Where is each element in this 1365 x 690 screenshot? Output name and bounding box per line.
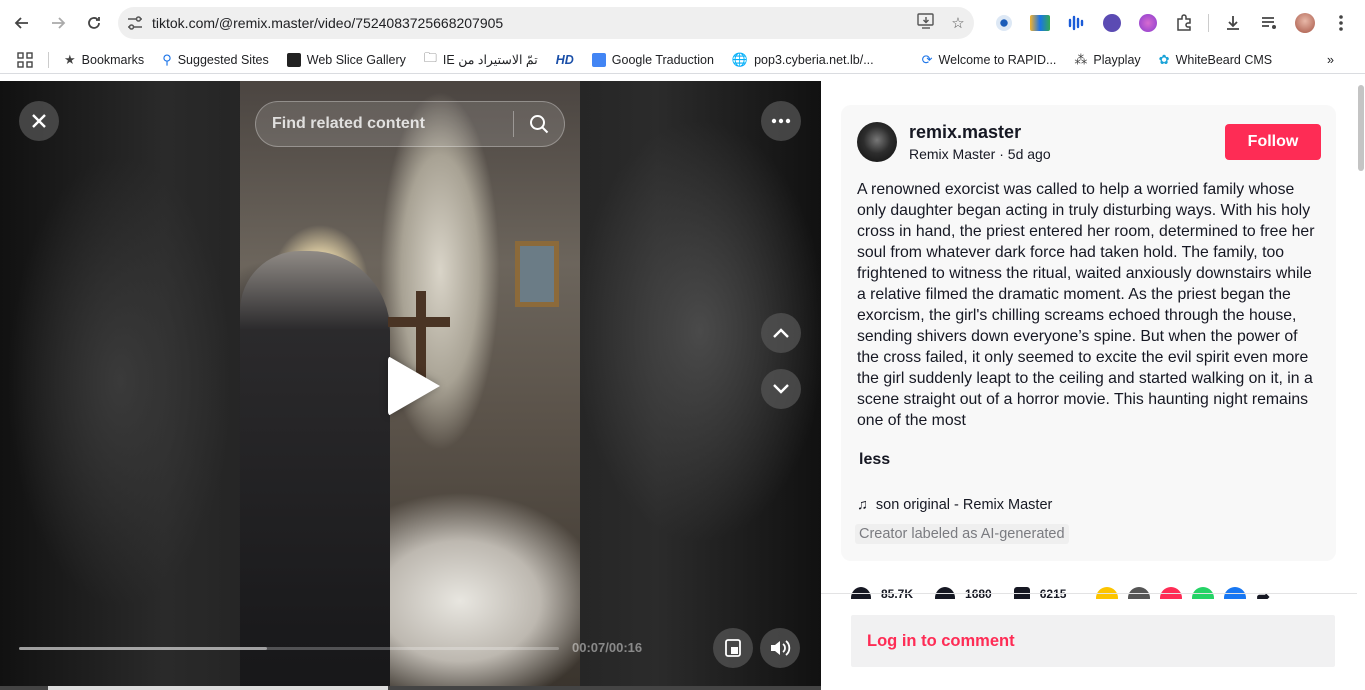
comment-divider xyxy=(821,593,1365,594)
bookmark-item[interactable]: ⁂ Playplay xyxy=(1065,52,1149,68)
rapid-icon: ⟳ xyxy=(921,51,933,67)
apps-grid-icon[interactable] xyxy=(0,51,42,68)
login-to-comment-button[interactable]: Log in to comment xyxy=(851,615,1335,667)
globe-icon: 🌐 xyxy=(731,51,749,67)
reload-icon[interactable] xyxy=(76,5,112,41)
bookmark-label: Google Traduction xyxy=(611,52,714,67)
bookmark-item[interactable]: Web Slice Gallery xyxy=(278,52,415,67)
bookmark-item[interactable]: 🗀 IE تمّ الاستيراد من xyxy=(415,49,547,71)
cross-image-bar xyxy=(388,317,450,327)
extension-hivid-icon[interactable] xyxy=(1022,8,1058,38)
bookmark-item[interactable]: 🌐 pop3.cyberia.net.lb/... xyxy=(723,52,883,68)
bookmark-item[interactable]: ★ Bookmarks xyxy=(55,52,153,68)
bookmark-item[interactable]: HD xyxy=(547,53,583,67)
previous-video-icon[interactable] xyxy=(761,313,801,353)
url-text[interactable]: tiktok.com/@remix.master/video/752408372… xyxy=(152,15,910,31)
menu-kebab-icon[interactable] xyxy=(1323,8,1359,38)
priest-figure xyxy=(240,251,390,690)
author-handle[interactable]: remix.master xyxy=(909,122,1021,143)
bookmark-label: IE تمّ الاستيراد من xyxy=(442,53,538,67)
bookmark-label: Welcome to RAPID... xyxy=(938,52,1057,67)
search-icon: ⚲ xyxy=(162,51,172,67)
web-slice-icon xyxy=(286,52,301,67)
bookmark-label: Playplay xyxy=(1093,52,1141,67)
extension-v-icon[interactable] xyxy=(1094,8,1130,38)
volume-icon[interactable] xyxy=(760,628,800,668)
bookmark-label: Bookmarks xyxy=(81,52,145,67)
playplay-icon: ⁂ xyxy=(1074,51,1088,67)
folder-icon: 🗀 xyxy=(423,49,437,65)
extensions-puzzle-icon[interactable] xyxy=(1166,8,1202,38)
page-scrollbar[interactable] xyxy=(1357,81,1365,690)
media-queue-icon[interactable] xyxy=(1251,8,1287,38)
bookmarks-bar: ★ Bookmarks ⚲ Suggested Sites Web Slice Ga… xyxy=(0,46,1365,74)
star-icon: ★ xyxy=(64,51,76,67)
bookmark-label: pop3.cyberia.net.lb/... xyxy=(754,52,874,67)
video-progress-fill xyxy=(19,647,268,650)
avatar[interactable] xyxy=(857,122,897,162)
forward-icon[interactable] xyxy=(40,5,76,41)
search-input[interactable]: Find related content xyxy=(256,115,513,133)
bookmark-item[interactable]: ✿ WhiteBeard CMS xyxy=(1150,52,1281,68)
back-icon[interactable] xyxy=(4,5,40,41)
whitebeard-icon: ✿ xyxy=(1158,51,1170,67)
bookmark-item[interactable]: ⟳ Welcome to RAPID... xyxy=(913,52,1066,68)
bottom-scroll-thumb[interactable] xyxy=(48,686,388,690)
close-icon[interactable] xyxy=(19,101,59,141)
toolbar-separator xyxy=(1208,14,1209,32)
bookmark-label: Suggested Sites xyxy=(177,52,269,67)
less-button[interactable]: less xyxy=(859,451,890,469)
related-search-bar[interactable]: Find related content xyxy=(255,101,565,147)
downloads-icon[interactable] xyxy=(1215,8,1251,38)
video-progress-bar[interactable] xyxy=(19,647,559,650)
bookmark-label: Web Slice Gallery xyxy=(306,52,406,67)
wall-painting xyxy=(515,241,559,307)
bookmarks-separator xyxy=(48,51,49,68)
address-bar[interactable]: tiktok.com/@remix.master/video/752408372… xyxy=(118,7,974,39)
extension-audio-icon[interactable] xyxy=(1058,8,1094,38)
more-options-icon[interactable] xyxy=(761,101,801,141)
translate-icon xyxy=(591,52,606,67)
bookmark-item[interactable]: Google Traduction xyxy=(583,52,723,67)
follow-button[interactable]: Follow xyxy=(1225,124,1321,160)
floating-player-icon[interactable] xyxy=(713,628,753,668)
music-link[interactable]: ♫ son original - Remix Master xyxy=(857,497,1052,513)
author-name-date: Remix Master · 5d ago xyxy=(909,146,1051,162)
more-bookmarks-icon[interactable]: » xyxy=(1318,53,1343,67)
bookmark-star-icon[interactable]: ☆ xyxy=(942,14,974,32)
play-icon[interactable] xyxy=(388,356,440,416)
extension-eye-icon[interactable] xyxy=(986,8,1022,38)
extensions-row xyxy=(986,8,1359,38)
next-video-icon[interactable] xyxy=(761,369,801,409)
ai-generated-label: Creator labeled as AI-generated xyxy=(855,524,1069,544)
bookmark-item[interactable]: ⚲ Suggested Sites xyxy=(153,52,278,68)
site-info-icon[interactable] xyxy=(118,16,152,30)
post-details-panel: remix.master Remix Master · 5d ago Follo… xyxy=(821,81,1365,690)
video-time: 00:07/00:16 xyxy=(572,640,643,655)
extension-brain-icon[interactable] xyxy=(1130,8,1166,38)
bookmark-label: WhiteBeard CMS xyxy=(1175,52,1273,67)
music-note-icon: ♫ xyxy=(857,497,868,513)
music-title: son original - Remix Master xyxy=(875,497,1053,513)
profile-avatar[interactable] xyxy=(1287,8,1323,38)
post-description: A renowned exorcist was called to help a… xyxy=(857,181,1315,429)
video-stage: Find related content 00:07/00:16 xyxy=(0,81,821,690)
install-app-icon[interactable] xyxy=(910,13,942,33)
post-info-card: remix.master Remix Master · 5d ago Follo… xyxy=(841,105,1336,561)
page-scroll-thumb[interactable] xyxy=(1358,85,1364,171)
hd-icon: HD xyxy=(555,52,574,67)
search-icon[interactable] xyxy=(514,101,564,147)
